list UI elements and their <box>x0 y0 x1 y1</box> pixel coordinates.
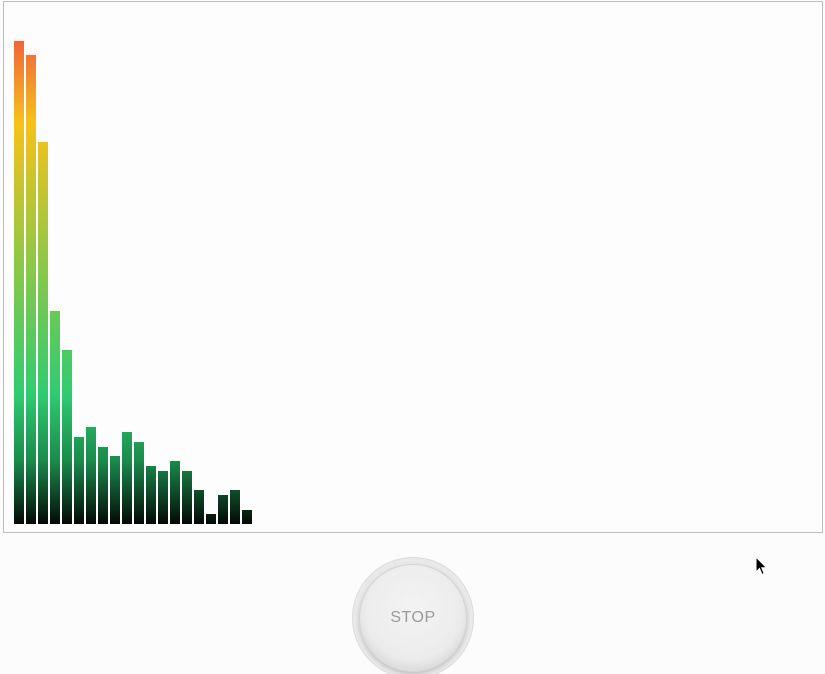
frequency-bar <box>182 471 192 524</box>
frequency-bar <box>62 350 72 524</box>
frequency-bar <box>134 442 144 524</box>
frequency-bar <box>50 311 60 524</box>
frequency-bar <box>230 490 240 524</box>
frequency-bar <box>98 447 108 524</box>
frequency-bar <box>38 142 48 524</box>
frequency-bar <box>158 471 168 524</box>
bar-group <box>14 41 252 524</box>
frequency-bar <box>26 55 36 524</box>
frequency-bar <box>194 490 204 524</box>
stop-button[interactable]: STOP <box>359 564 467 672</box>
frequency-bar <box>242 510 252 524</box>
frequency-bar <box>170 461 180 524</box>
frequency-bar <box>110 456 120 524</box>
frequency-bar <box>86 427 96 524</box>
frequency-bar <box>206 514 216 524</box>
arrow-cursor-icon <box>755 556 768 576</box>
frequency-bar <box>14 41 24 524</box>
frequency-bars-chart <box>14 41 252 524</box>
frequency-bar <box>74 437 84 524</box>
frequency-bar <box>122 432 132 524</box>
stop-button-label: STOP <box>390 609 436 626</box>
frequency-bar <box>218 495 228 524</box>
page: STOP <box>0 0 825 674</box>
audio-visualizer-panel <box>3 1 823 533</box>
frequency-bar <box>146 466 156 524</box>
